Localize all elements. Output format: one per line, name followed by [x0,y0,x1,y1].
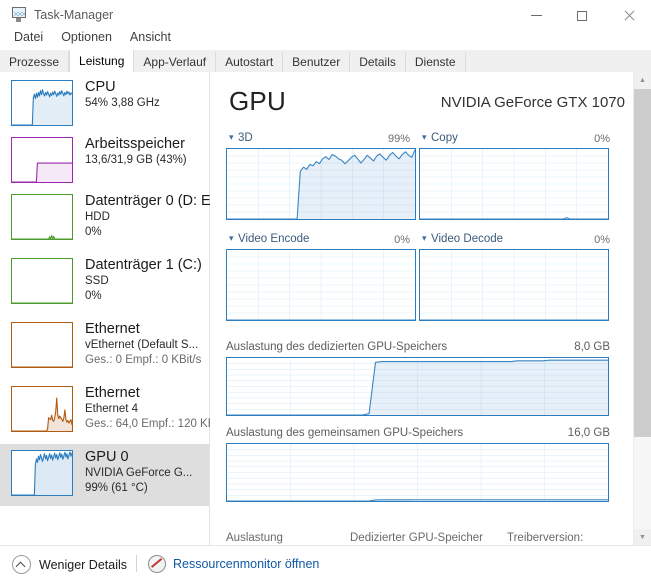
dedicated-memory-caption: Auslastung des dedizierten GPU-Speichers [226,341,448,353]
ethernet-v-thumbnail-graph [11,322,73,368]
engine-label-copy[interactable]: ▾ Copy [422,132,458,144]
gpu-0-thumbnail-graph [11,450,73,496]
scroll-down-icon[interactable]: ▼ [634,529,651,546]
sidebar-item-sub1: HDD [85,211,110,224]
close-icon[interactable] [605,0,651,31]
cpu-thumbnail-graph [11,80,73,126]
gpu-stats-row: Auslastung Dedizierter GPU-Speicher Trei… [210,512,633,546]
tab-dienste[interactable]: Dienste [405,52,466,72]
sidebar-item-sub1: SSD [85,275,109,288]
engine-label-video-decode[interactable]: ▾ Video Decode [422,233,503,245]
menu-item-optionen[interactable]: Optionen [53,28,120,46]
shared-memory-caption: Auslastung des gemeinsamen GPU-Speichers [226,427,464,439]
chevron-down-icon: ▾ [229,233,234,243]
tab-autostart[interactable]: Autostart [216,52,284,72]
menu-bar: Datei Optionen Ansicht [0,26,179,48]
dedicated-memory-graph [226,357,609,416]
engine-value-3d: 99% [387,133,410,145]
less-details-label: Weniger Details [39,557,128,572]
resource-monitor-label: Ressourcenmonitor öffnen [173,557,320,571]
sidebar-item-label: GPU 0 [85,449,129,465]
tab-benutzer[interactable]: Benutzer [283,52,351,72]
resource-list: CPU 54% 3,88 GHz Arbeitsspeicher 13,6/31… [0,72,215,546]
menu-item-datei[interactable]: Datei [6,28,51,46]
disk-0-thumbnail-graph [11,194,73,240]
footer-bar: Weniger Details Ressourcenmonitor öffnen [0,545,651,582]
sidebar-item-sub2: 0% [85,289,102,302]
sidebar-item-sub1: 13,6/31,9 GB (43%) [85,154,187,167]
ethernet-4-thumbnail-graph [11,386,73,432]
engine-graph-3d [226,148,416,220]
sidebar-item-memory[interactable]: Arbeitsspeicher 13,6/31,9 GB (43%) [0,131,209,188]
sidebar-item-disk-0[interactable]: Datenträger 0 (D: E HDD 0% [0,188,211,245]
title-bar-left: Task-Manager [10,6,113,23]
gpu-detail-panel: GPU NVIDIA GeForce GTX 1070 ▾ 3D 99% ▾ Cop… [210,72,633,546]
shared-memory-max: 16,0 GB [567,427,610,439]
engine-graph-copy [419,148,609,220]
memory-thumbnail-graph [11,137,73,183]
chevron-down-icon: ▾ [422,233,427,243]
scroll-up-icon[interactable]: ▲ [634,72,651,89]
sidebar-item-sub1: Ethernet 4 [85,403,139,416]
stat-label-utilization: Auslastung [226,532,283,544]
disk-1-thumbnail-graph [11,258,73,304]
sidebar-item-cpu[interactable]: CPU 54% 3,88 GHz [0,74,209,131]
task-manager-window: Task-Manager Datei Optionen Ansicht Proz… [0,0,651,582]
task-manager-icon [10,6,27,23]
engine-value-copy: 0% [594,133,610,145]
engine-value-video-encode: 0% [394,234,410,246]
sidebar-item-sub1: NVIDIA GeForce G... [85,467,193,480]
stat-label-dedicated-memory: Dedizierter GPU-Speicher [350,532,483,544]
sidebar-item-sub2: 0% [85,225,102,238]
engine-graph-video-encode [226,249,416,321]
engine-label-video-encode[interactable]: ▾ Video Encode [229,233,309,245]
tab-app-verlauf[interactable]: App-Verlauf [134,52,217,72]
sidebar-item-sub2: 99% (61 °C) [85,481,148,494]
sidebar-item-sub1: vEthernet (Default S... [85,339,199,352]
sidebar-item-ethernet-4[interactable]: Ethernet Ethernet 4 Ges.: 64,0 Empf.: 12… [0,380,215,437]
footer-divider [136,555,137,572]
window-controls [513,0,651,31]
sidebar-item-label: Datenträger 0 (D: E [85,193,211,209]
tab-strip: Prozesse Leistung App-Verlauf Autostart … [0,50,651,73]
sidebar-item-ethernet-v[interactable]: Ethernet vEthernet (Default S... Ges.: 0… [0,316,209,373]
engine-label-3d[interactable]: ▾ 3D [229,132,253,144]
window-title: Task-Manager [34,7,114,22]
sidebar-item-label: Ethernet [85,385,140,401]
less-details-button[interactable]: Weniger Details [12,555,127,574]
sidebar-item-label: Ethernet [85,321,140,337]
vertical-scrollbar[interactable]: ▲ ▼ [633,72,651,546]
chevron-up-circle-icon [12,555,31,574]
tab-leistung[interactable]: Leistung [69,50,135,72]
tab-details[interactable]: Details [350,52,406,72]
sidebar-item-disk-1[interactable]: Datenträger 1 (C:) SSD 0% [0,252,209,309]
maximize-icon[interactable] [559,0,605,31]
stat-label-driver-version: Treiberversion: [507,532,584,544]
sidebar-item-gpu-0[interactable]: GPU 0 NVIDIA GeForce G... 99% (61 °C) [0,444,209,506]
tab-list: Prozesse Leistung App-Verlauf Autostart … [0,50,466,72]
scrollbar-thumb[interactable] [634,89,651,437]
shared-memory-graph [226,443,609,502]
sidebar-item-label: CPU [85,79,116,95]
sidebar-item-sub2: Ges.: 0 Empf.: 0 KBit/s [85,353,202,366]
sidebar-item-label: Arbeitsspeicher [85,136,185,152]
sidebar-item-sub2: Ges.: 64,0 Empf.: 120 KB [85,417,216,430]
engine-value-video-decode: 0% [594,234,610,246]
resource-monitor-link[interactable]: Ressourcenmonitor öffnen [148,555,319,573]
tab-prozesse[interactable]: Prozesse [0,52,70,72]
chevron-down-icon: ▾ [229,132,234,142]
content-area: CPU 54% 3,88 GHz Arbeitsspeicher 13,6/31… [0,72,651,546]
engine-graph-video-decode [419,249,609,321]
page-title: GPU [229,86,286,116]
dedicated-memory-max: 8,0 GB [574,341,610,353]
gpu-model-label: NVIDIA GeForce GTX 1070 [440,94,625,111]
sidebar-item-sub1: 54% 3,88 GHz [85,97,160,110]
minimize-icon[interactable] [513,0,559,31]
sidebar-item-label: Datenträger 1 (C:) [85,257,202,273]
menu-item-ansicht[interactable]: Ansicht [122,28,179,46]
resource-monitor-icon [148,555,166,573]
chevron-down-icon: ▾ [422,132,427,142]
